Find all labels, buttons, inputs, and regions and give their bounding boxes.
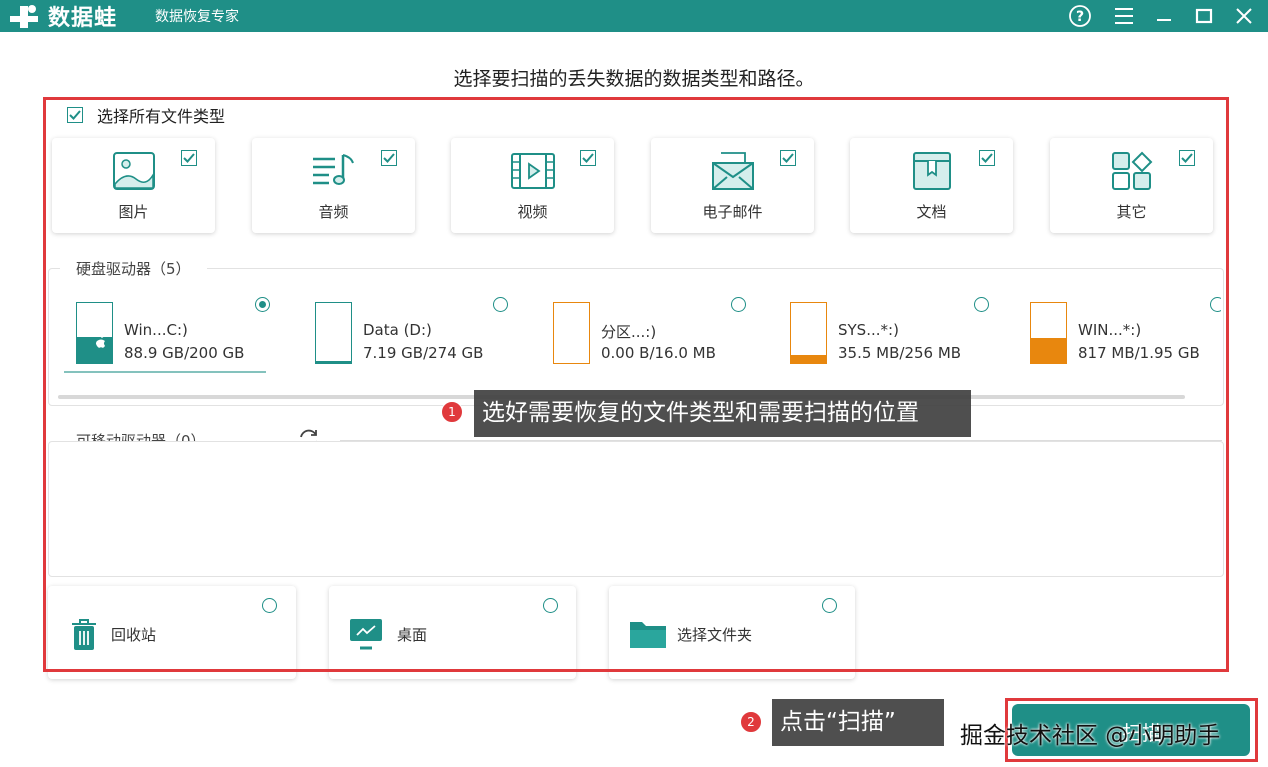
page-heading: 选择要扫描的丢失数据的数据类型和路径。	[453, 68, 815, 90]
annotation-highlight-frame	[43, 97, 1229, 672]
frog-logo-icon	[10, 5, 38, 28]
watermark: 掘金技术社区 @小明助手	[960, 723, 1221, 749]
tip-callout: 选好需要恢复的文件类型和需要扫描的位置	[474, 390, 971, 437]
app-brand: 数据蛙	[48, 6, 118, 31]
title-bar: 数据蛙 数据恢复专家 ?	[0, 0, 1268, 32]
tip-badge: 1	[441, 401, 463, 423]
svg-text:?: ?	[1076, 9, 1084, 25]
app-subtitle: 数据恢复专家	[155, 9, 239, 25]
app-logo: 数据蛙	[8, 2, 118, 31]
minimize-icon[interactable]	[1150, 2, 1178, 30]
maximize-icon[interactable]	[1190, 2, 1218, 30]
close-icon[interactable]	[1230, 2, 1258, 30]
menu-icon[interactable]	[1110, 2, 1138, 30]
tip-badge: 2	[740, 711, 762, 733]
tip-callout: 点击“扫描”	[772, 699, 944, 746]
help-icon[interactable]: ?	[1066, 2, 1094, 30]
